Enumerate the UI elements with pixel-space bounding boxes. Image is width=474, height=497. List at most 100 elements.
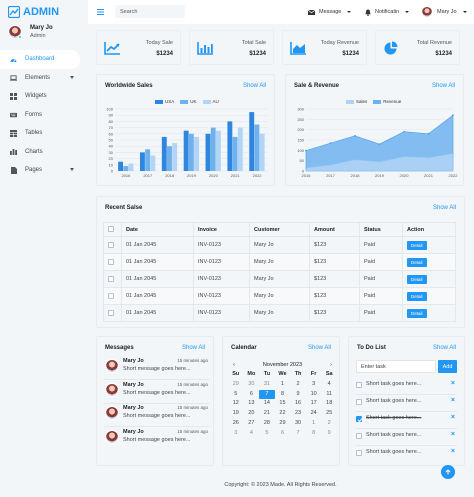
message-item[interactable]: Mary Jo 15 minutes ago Short message goes … <box>103 427 208 449</box>
show-all-link[interactable]: Show All <box>433 345 456 351</box>
calendar-day[interactable]: 12 <box>228 399 244 409</box>
data-point[interactable] <box>354 134 356 137</box>
calendar-day[interactable]: 20 <box>244 409 260 419</box>
delete-task-icon[interactable]: × <box>451 448 455 455</box>
row-checkbox[interactable] <box>108 241 114 248</box>
detail-button[interactable]: Detail <box>407 240 427 250</box>
calendar-day[interactable]: 8 <box>306 429 322 439</box>
data-point[interactable] <box>354 158 356 161</box>
brand-logo[interactable]: ADMIN <box>8 4 59 20</box>
task-checkbox[interactable] <box>356 450 362 456</box>
data-point[interactable] <box>403 155 405 158</box>
bar[interactable] <box>145 149 151 171</box>
calendar-day[interactable]: 5 <box>259 429 275 439</box>
calendar-day[interactable]: 1 <box>275 380 291 390</box>
calendar-day[interactable]: 31 <box>259 380 275 390</box>
row-checkbox[interactable] <box>108 292 114 299</box>
data-point[interactable] <box>452 114 454 117</box>
bar[interactable] <box>227 121 233 171</box>
sidebar-item-widgets[interactable]: Widgets <box>0 87 80 106</box>
message-item[interactable]: Mary Jo 15 minutes ago Short message goes … <box>103 356 208 378</box>
bar[interactable] <box>205 133 211 171</box>
show-all-link[interactable]: Show All <box>308 345 331 351</box>
sidebar-item-tables[interactable]: Tables <box>0 124 80 143</box>
row-checkbox[interactable] <box>108 309 114 316</box>
sidebar-item-forms[interactable]: Forms <box>0 106 80 125</box>
bar[interactable] <box>167 146 172 171</box>
bar[interactable] <box>150 155 156 172</box>
bar[interactable] <box>123 166 129 171</box>
calendar-day[interactable]: 10 <box>306 390 322 400</box>
row-checkbox[interactable] <box>108 275 114 282</box>
detail-button[interactable]: Detail <box>407 274 427 284</box>
calendar-day[interactable]: 30 <box>290 419 306 429</box>
detail-button[interactable]: Detail <box>407 308 427 318</box>
calendar-day[interactable]: 21 <box>259 409 275 419</box>
calendar-day[interactable]: 6 <box>244 390 260 400</box>
select-all-header[interactable] <box>103 222 122 237</box>
bar[interactable] <box>254 124 260 172</box>
bar[interactable] <box>172 143 178 171</box>
data-point[interactable] <box>329 142 332 144</box>
calendar-day[interactable]: 9 <box>321 429 337 439</box>
calendar-day[interactable]: 1 <box>306 419 322 429</box>
task-checkbox[interactable] <box>356 382 362 388</box>
calendar-day[interactable]: 13 <box>244 399 260 409</box>
delete-task-icon[interactable]: × <box>451 414 455 421</box>
message-item[interactable]: Mary Jo 15 minutes ago Short message goes … <box>103 380 208 402</box>
calendar-day[interactable]: 19 <box>228 409 244 419</box>
calendar-day[interactable]: 25 <box>321 409 337 419</box>
bar[interactable] <box>161 136 167 171</box>
bar[interactable] <box>128 163 134 171</box>
bar[interactable] <box>215 130 221 171</box>
calendar-day[interactable]: 29 <box>275 419 291 429</box>
bar[interactable] <box>237 127 243 171</box>
calendar-day[interactable]: 4 <box>244 429 260 439</box>
calendar-day[interactable]: 30 <box>244 380 260 390</box>
menu-toggle-button[interactable] <box>94 6 106 18</box>
calendar-day[interactable]: 6 <box>275 429 291 439</box>
calendar-day[interactable]: 23 <box>290 409 306 419</box>
calendar-day[interactable]: 27 <box>244 419 260 429</box>
show-all-link[interactable]: Show All <box>433 205 456 211</box>
calendar-day[interactable]: 9 <box>290 390 306 400</box>
data-point[interactable] <box>427 132 430 135</box>
delete-task-icon[interactable]: × <box>451 380 455 387</box>
calendar-day-selected[interactable]: 7 <box>259 389 275 400</box>
bar[interactable] <box>232 136 238 171</box>
prev-month-button[interactable]: ‹ <box>233 362 235 368</box>
data-point[interactable] <box>403 130 405 133</box>
calendar-day[interactable]: 4 <box>321 380 337 390</box>
calendar-day[interactable]: 29 <box>228 380 244 390</box>
task-input[interactable] <box>356 360 436 373</box>
calendar-day[interactable]: 2 <box>321 419 337 429</box>
calendar-day[interactable]: 16 <box>290 399 306 409</box>
add-task-button[interactable]: Add <box>438 360 457 373</box>
calendar-day[interactable]: 15 <box>275 399 291 409</box>
message-menu[interactable]: Message <box>308 6 352 18</box>
calendar-day[interactable]: 26 <box>228 419 244 429</box>
user-menu[interactable]: Mary Jo <box>421 4 467 19</box>
calendar-day[interactable]: 3 <box>306 380 322 390</box>
delete-task-icon[interactable]: × <box>451 431 455 438</box>
detail-button[interactable]: Detail <box>407 291 427 301</box>
detail-button[interactable]: Detail <box>407 257 427 267</box>
data-point[interactable] <box>452 152 454 155</box>
bar[interactable] <box>194 136 200 171</box>
delete-task-icon[interactable]: × <box>451 397 455 404</box>
bar[interactable] <box>183 130 189 171</box>
calendar-day[interactable]: 14 <box>259 399 275 409</box>
notification-menu[interactable]: Notificatin <box>364 6 410 18</box>
data-point[interactable] <box>378 160 381 163</box>
calendar-day[interactable]: 7 <box>290 429 306 439</box>
calendar-day[interactable]: 22 <box>275 409 291 419</box>
bar[interactable] <box>118 161 124 171</box>
search-input[interactable] <box>115 5 185 18</box>
sidebar-item-charts[interactable]: Charts <box>0 143 80 162</box>
task-checkbox[interactable] <box>356 433 362 439</box>
sidebar-item-elements[interactable]: Elements <box>0 69 80 88</box>
row-checkbox[interactable] <box>108 258 114 265</box>
calendar-day[interactable]: 24 <box>306 409 322 419</box>
data-point[interactable] <box>427 156 430 159</box>
data-point[interactable] <box>378 143 381 146</box>
